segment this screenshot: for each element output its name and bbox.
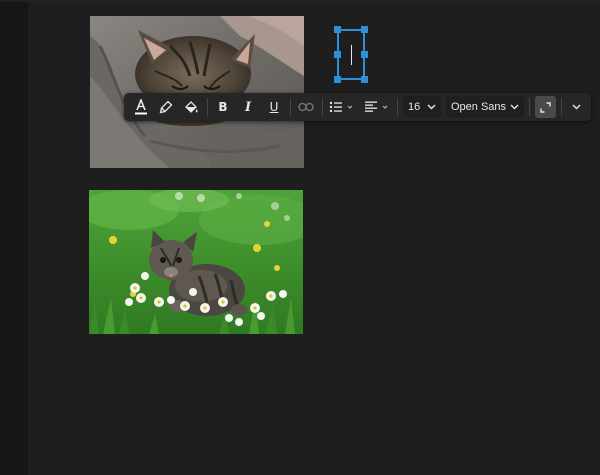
text-color-button[interactable]: [130, 96, 152, 118]
align-left-icon: [365, 101, 388, 112]
italic-label: I: [244, 99, 252, 115]
align-button[interactable]: [362, 96, 392, 118]
resize-toggle-button[interactable]: [535, 96, 556, 118]
image-sleeping-kitten[interactable]: [90, 16, 304, 168]
toolbar-separator: [322, 98, 323, 116]
link-button[interactable]: [295, 96, 317, 118]
highlight-button[interactable]: [155, 96, 177, 118]
list-button[interactable]: [327, 96, 357, 118]
resize-handle-top-left[interactable]: [334, 26, 341, 33]
bulleted-list-icon: [329, 101, 353, 113]
top-border: [0, 0, 600, 2]
toolbar-separator: [397, 98, 398, 116]
link-icon: [298, 102, 314, 112]
more-options-button[interactable]: [566, 96, 586, 118]
font-family-dropdown[interactable]: Open Sans: [446, 96, 524, 118]
underline-button[interactable]: U: [263, 96, 285, 118]
italic-button[interactable]: I: [237, 96, 259, 118]
toolbar-separator: [207, 98, 208, 116]
highlighter-icon: [159, 100, 173, 114]
resize-handle-top-right[interactable]: [361, 26, 368, 33]
font-color-icon: [135, 99, 147, 115]
font-size-dropdown[interactable]: 16: [403, 96, 441, 118]
resize-handle-middle-right[interactable]: [361, 51, 368, 58]
font-family-value: Open Sans: [451, 101, 507, 113]
resize-handle-bottom-right[interactable]: [361, 76, 368, 83]
bold-button[interactable]: B: [212, 96, 234, 118]
resize-handle-middle-left[interactable]: [334, 51, 341, 58]
chevron-down-icon: [510, 104, 519, 110]
toolbar-separator: [290, 98, 291, 116]
chevron-down-icon: [427, 104, 436, 110]
text-caret: [351, 45, 352, 65]
paint-bucket-icon: [184, 100, 198, 113]
fill-color-button[interactable]: [180, 96, 202, 118]
bold-label: B: [218, 100, 228, 114]
toolbar-separator: [529, 98, 530, 116]
resize-handle-bottom-left[interactable]: [334, 76, 341, 83]
toolbar-separator: [561, 98, 562, 116]
expand-icon: [540, 101, 551, 113]
image-kitten-in-grass[interactable]: [89, 190, 303, 334]
font-size-value: 16: [408, 101, 421, 113]
chevron-down-icon: [572, 104, 580, 110]
underline-label: U: [269, 100, 279, 114]
text-format-toolbar: B I U 16 Open Sans: [124, 93, 591, 121]
editor-app: B I U 16 Open Sans: [0, 0, 600, 475]
left-panel-edge: [0, 0, 28, 475]
